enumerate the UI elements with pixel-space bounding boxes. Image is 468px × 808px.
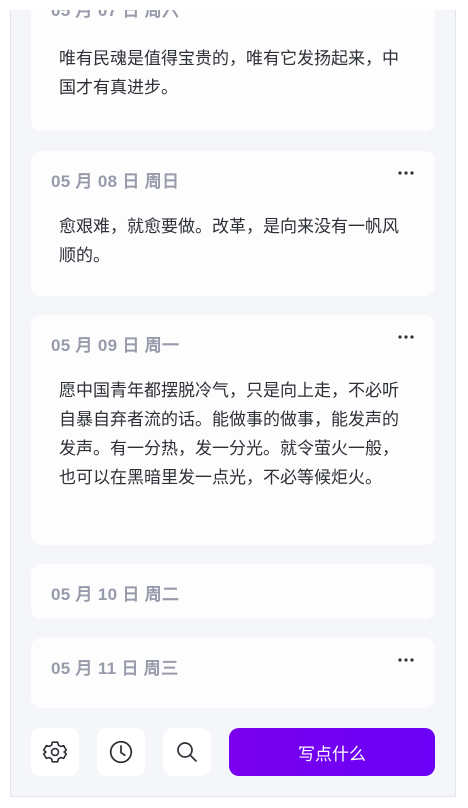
bottom-toolbar: 写点什么 [11, 716, 455, 796]
entry-card[interactable]: 05 月 08 日 周日 愈艰难，就愈要做。改革，是向来没有一帆风顺的。 [31, 151, 435, 296]
entry-text: 愈艰难，就愈要做。改革，是向来没有一帆风顺的。 [59, 217, 399, 266]
history-button[interactable] [97, 728, 145, 776]
gear-icon [42, 741, 68, 763]
entry-text: 愿中国青年都摆脱冷气，只是向上走，不必听自暴自弃者流的话。能做事的做事，能发声的… [59, 381, 399, 488]
more-options-icon[interactable] [395, 652, 417, 668]
write-button[interactable]: 写点什么 [229, 728, 435, 776]
entry-card[interactable]: 05 月 09 日 周一 愿中国青年都摆脱冷气，只是向上走，不必听自暴自弃者流的… [31, 315, 435, 545]
entry-date: 05 月 08 日 周日 [51, 172, 180, 191]
entry-date: 05 月 11 日 周三 [51, 659, 179, 678]
entry-text: 唯有民魂是值得宝贵的，唯有它发扬起来，中国才有真进步。 [59, 49, 399, 98]
search-icon [177, 742, 197, 762]
entry-card[interactable]: 05 月 10 日 周二 [31, 564, 435, 619]
more-options-icon[interactable] [395, 329, 417, 345]
entry-date: 05 月 09 日 周一 [51, 336, 180, 355]
entry-card[interactable]: 05 月 11 日 周三 [31, 638, 435, 708]
settings-button[interactable] [31, 728, 79, 776]
entry-date: 05 月 10 日 周二 [51, 585, 180, 604]
more-options-icon[interactable] [395, 165, 417, 181]
app-frame: 05 月 07 日 周六 唯有民魂是值得宝贵的，唯有它发扬起来，中国才有真进步。… [10, 10, 456, 797]
diary-feed[interactable]: 05 月 07 日 周六 唯有民魂是值得宝贵的，唯有它发扬起来，中国才有真进步。… [11, 10, 455, 796]
entry-card[interactable]: 05 月 07 日 周六 唯有民魂是值得宝贵的，唯有它发扬起来，中国才有真进步。 [31, 10, 435, 131]
search-button[interactable] [163, 728, 211, 776]
clock-icon [109, 740, 133, 764]
entry-date: 05 月 07 日 周六 [51, 10, 180, 20]
